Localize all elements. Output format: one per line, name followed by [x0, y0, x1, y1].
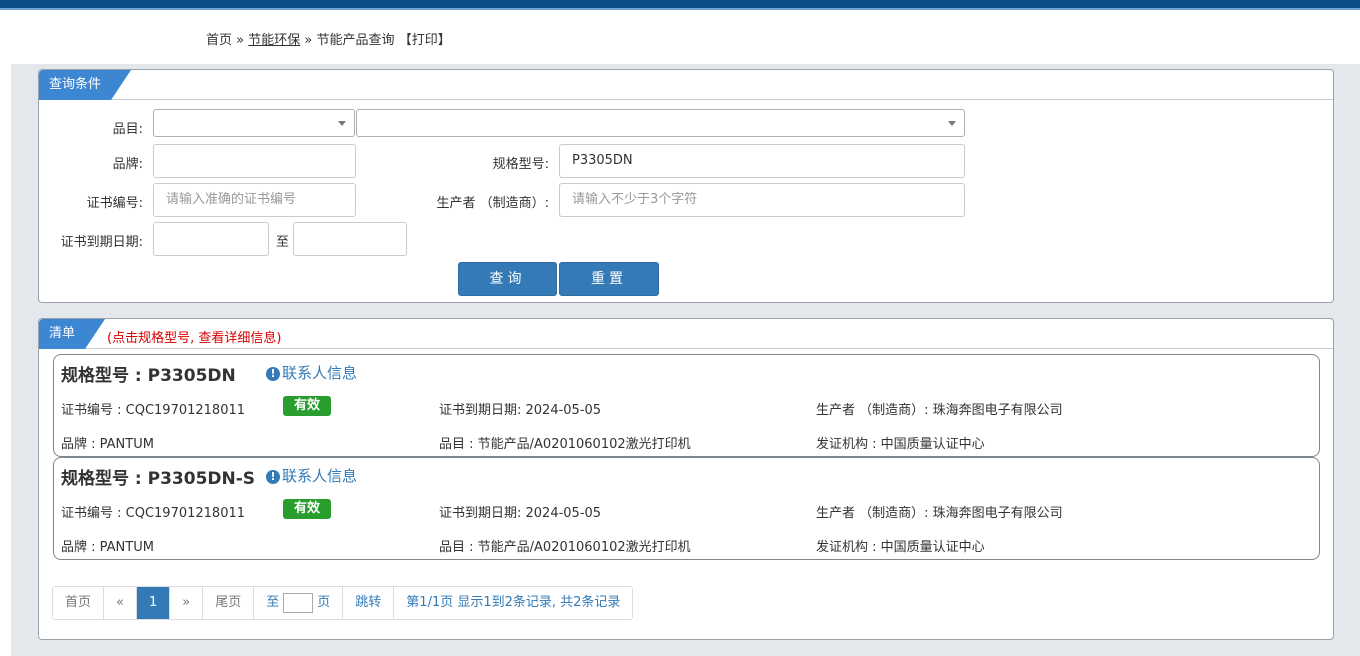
query-panel-title: 查询条件 [39, 70, 131, 100]
search-button[interactable]: 查询 [458, 262, 557, 296]
expiry-to-label: 至 [275, 235, 289, 250]
brand-label: 品牌: [112, 157, 143, 172]
breadcrumb-current: 节能产品查询 [316, 33, 395, 48]
breadcrumb-section-link[interactable]: 节能环保 [248, 33, 300, 48]
pager-prev[interactable]: « [104, 587, 137, 619]
list-panel-header: 清单 (点击规格型号, 查看详细信息) [39, 319, 1333, 349]
model-input[interactable]: P3305DN [559, 144, 965, 178]
item-cert-no: 证书编号 : CQC19701218011 [61, 403, 246, 418]
expiry-label: 证书到期日期: [60, 235, 143, 250]
pager-goto-input[interactable] [283, 592, 314, 613]
breadcrumb-separator: » [304, 33, 313, 48]
item-category: 品目 : 节能产品/A0201060102激光打印机 [439, 437, 691, 452]
pager-next[interactable]: » [170, 587, 204, 619]
reset-button[interactable]: 重置 [559, 262, 659, 296]
maker-label: 生产者 （制造商）: [436, 196, 549, 211]
contact-info-link[interactable]: ! 联系人信息 [266, 465, 357, 486]
cert-no-label: 证书编号: [86, 196, 143, 211]
breadcrumb-separator: » [236, 33, 245, 48]
print-link[interactable]: 【打印】 [399, 33, 451, 48]
breadcrumb-home[interactable]: 首页 [206, 33, 232, 48]
cert-no-input[interactable]: 请输入准确的证书编号 [153, 183, 356, 217]
item-cert-no: 证书编号 : CQC19701218011 [61, 506, 246, 521]
item-expiry: 证书到期日期: 2024-05-05 [439, 403, 602, 418]
contact-info-label: 联系人信息 [282, 364, 358, 382]
item-model-link[interactable]: 规格型号 : P3305DN [61, 361, 236, 386]
content-background: 查询条件 品目: 品牌: 规格型号: P3305DN 证书编号: 请输入准确的证… [11, 64, 1360, 656]
maker-input[interactable]: 请输入不少于3个字符 [559, 183, 965, 217]
item-brand: 品牌 : PANTUM [61, 540, 154, 555]
pager-jump-button[interactable]: 跳转 [343, 587, 395, 619]
expiry-end-input[interactable] [293, 222, 407, 256]
item-issuer: 发证机构 : 中国质量认证中心 [816, 540, 985, 555]
status-badge: 有效 [283, 396, 331, 416]
pager-goto-pre: 至 [266, 595, 280, 610]
breadcrumb: 首页 » 节能环保 » 节能产品查询 【打印】 [206, 29, 451, 48]
item-issuer: 发证机构 : 中国质量认证中心 [816, 437, 985, 452]
query-panel: 查询条件 品目: 品牌: 规格型号: P3305DN 证书编号: 请输入准确的证… [38, 69, 1334, 303]
query-panel-header: 查询条件 [39, 70, 1333, 100]
list-hint: (点击规格型号, 查看详细信息) [107, 331, 282, 346]
pager-page-current[interactable]: 1 [136, 587, 171, 619]
pager-first[interactable]: 首页 [53, 587, 105, 619]
top-bar [0, 0, 1360, 10]
item-model-link[interactable]: 规格型号 : P3305DN-S [61, 464, 255, 489]
pager-summary: 第1/1页 显示1到2条记录, 共2条记录 [394, 587, 633, 619]
chevron-down-icon [948, 121, 956, 126]
category-label: 品目: [112, 122, 143, 137]
list-panel: 清单 (点击规格型号, 查看详细信息) 规格型号 : P3305DN ! 联系人信… [38, 318, 1334, 640]
pager-goto-post: 页 [317, 595, 331, 610]
model-label: 规格型号: [492, 157, 549, 172]
chevron-down-icon [338, 121, 346, 126]
expiry-start-input[interactable] [153, 222, 269, 256]
item-category: 品目 : 节能产品/A0201060102激光打印机 [439, 540, 691, 555]
item-maker: 生产者 （制造商）: 珠海奔图电子有限公司 [816, 403, 1063, 418]
info-icon: ! [266, 470, 280, 484]
pager-last[interactable]: 尾页 [203, 587, 255, 619]
contact-info-label: 联系人信息 [282, 467, 358, 485]
list-panel-title: 清单 [39, 319, 105, 349]
status-badge: 有效 [283, 499, 331, 519]
item-expiry: 证书到期日期: 2024-05-05 [439, 506, 602, 521]
info-icon: ! [266, 367, 280, 381]
category-select-secondary[interactable] [356, 109, 965, 137]
pager-goto: 至页 [254, 587, 344, 619]
pagination: 首页 « 1 » 尾页 至页 跳转 第1/1页 显示1到2条记录, 共2条记录 [52, 586, 634, 620]
contact-info-link[interactable]: ! 联系人信息 [266, 362, 357, 383]
item-brand: 品牌 : PANTUM [61, 437, 154, 452]
list-item: 规格型号 : P3305DN ! 联系人信息 证书编号 : CQC19701218… [53, 354, 1320, 457]
item-maker: 生产者 （制造商）: 珠海奔图电子有限公司 [816, 506, 1063, 521]
list-item: 规格型号 : P3305DN-S ! 联系人信息 证书编号 : CQC197012… [53, 457, 1320, 560]
category-select-primary[interactable] [153, 109, 355, 137]
brand-input[interactable] [153, 144, 356, 178]
